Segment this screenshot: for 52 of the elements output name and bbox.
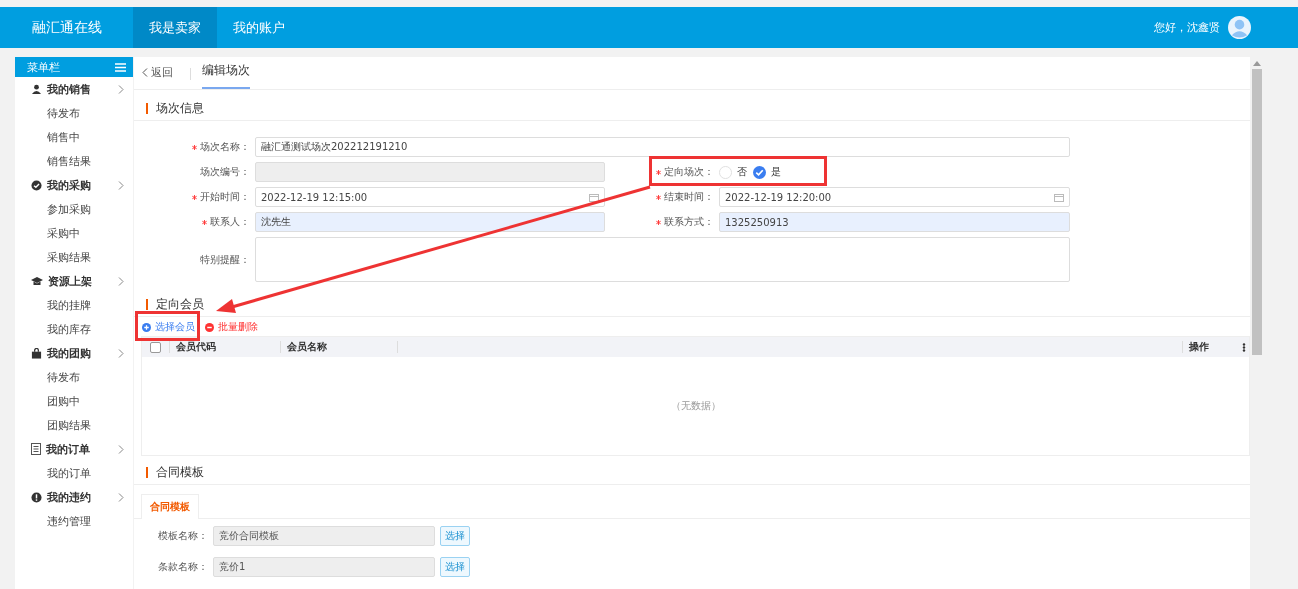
toolbar-link[interactable]: 选择会员 <box>142 320 195 334</box>
field-label: 特别提醒： <box>200 252 250 267</box>
section-title: 场次信息 <box>156 99 204 117</box>
menu-item[interactable]: 参加采购 <box>15 197 133 221</box>
column-header: 会员名称 <box>280 341 397 353</box>
section-title: 定向会员 <box>156 295 204 313</box>
menu-item[interactable]: 我的库存 <box>15 317 133 341</box>
page-tab[interactable]: 编辑场次 <box>202 62 250 89</box>
date-field[interactable]: 2022-12-19 12:15:00 <box>255 187 605 207</box>
menu-item[interactable]: 我的订单 <box>15 461 133 485</box>
field-label: 场次名称： <box>200 140 250 154</box>
menu-group[interactable]: 我的采购 <box>15 173 133 197</box>
readonly-field[interactable]: 竞价合同模板 <box>213 526 435 546</box>
menu-item[interactable]: 待发布 <box>15 365 133 389</box>
section-title: 合同模板 <box>156 463 204 481</box>
text-field[interactable]: 沈先生 <box>255 212 605 232</box>
date-field[interactable]: 2022-12-19 12:20:00 <box>719 187 1070 207</box>
toolbar-link[interactable]: 批量删除 <box>205 320 258 334</box>
menu-item[interactable]: 团购中 <box>15 389 133 413</box>
empty-message: （无数据） <box>670 399 721 413</box>
menu-item[interactable]: 销售中 <box>15 125 133 149</box>
menu-item[interactable]: 销售结果 <box>15 149 133 173</box>
field-label: 联系方式： <box>664 215 714 229</box>
field-label: 条款名称： <box>157 560 208 574</box>
text-field[interactable]: 1325250913 <box>719 212 1070 232</box>
field-label: 模板名称： <box>157 529 208 543</box>
menu-group[interactable]: 我的违约 <box>15 485 133 509</box>
text-field[interactable]: 融汇通测试场次202212191210 <box>255 137 1070 157</box>
field-label: 联系人： <box>210 215 250 229</box>
field-label: 场次编号： <box>200 165 250 179</box>
back-link[interactable]: 返回 <box>142 64 179 89</box>
field-label: 结束时间： <box>664 190 714 204</box>
nav-tab[interactable]: 我是卖家 <box>133 7 217 48</box>
menu-item[interactable]: 我的挂牌 <box>15 293 133 317</box>
column-header: 会员代码 <box>169 341 280 353</box>
menu-group[interactable]: 我的团购 <box>15 341 133 365</box>
menu-item[interactable]: 采购中 <box>15 221 133 245</box>
menu-group[interactable]: 我的销售 <box>15 77 133 101</box>
column-header: 操作 <box>1182 341 1239 353</box>
menu-item[interactable]: 采购结果 <box>15 245 133 269</box>
menu-group[interactable]: 我的订单 <box>15 437 133 461</box>
menu-group[interactable]: 资源上架 <box>15 269 133 293</box>
menu-item[interactable]: 团购结果 <box>15 413 133 437</box>
menu-item[interactable]: 待发布 <box>15 101 133 125</box>
field-label: 开始时间： <box>200 190 250 204</box>
radio-option[interactable]: 是 <box>753 165 781 179</box>
radio-option[interactable]: 否 <box>719 165 747 179</box>
field-label: 定向场次： <box>664 165 714 179</box>
menu-item[interactable]: 违约管理 <box>15 509 133 533</box>
readonly-field[interactable]: 竞价1 <box>213 557 435 577</box>
sidebar-title: 菜单栏 <box>27 59 60 75</box>
user-greeting: 您好，沈鑫贤 <box>1154 20 1220 35</box>
